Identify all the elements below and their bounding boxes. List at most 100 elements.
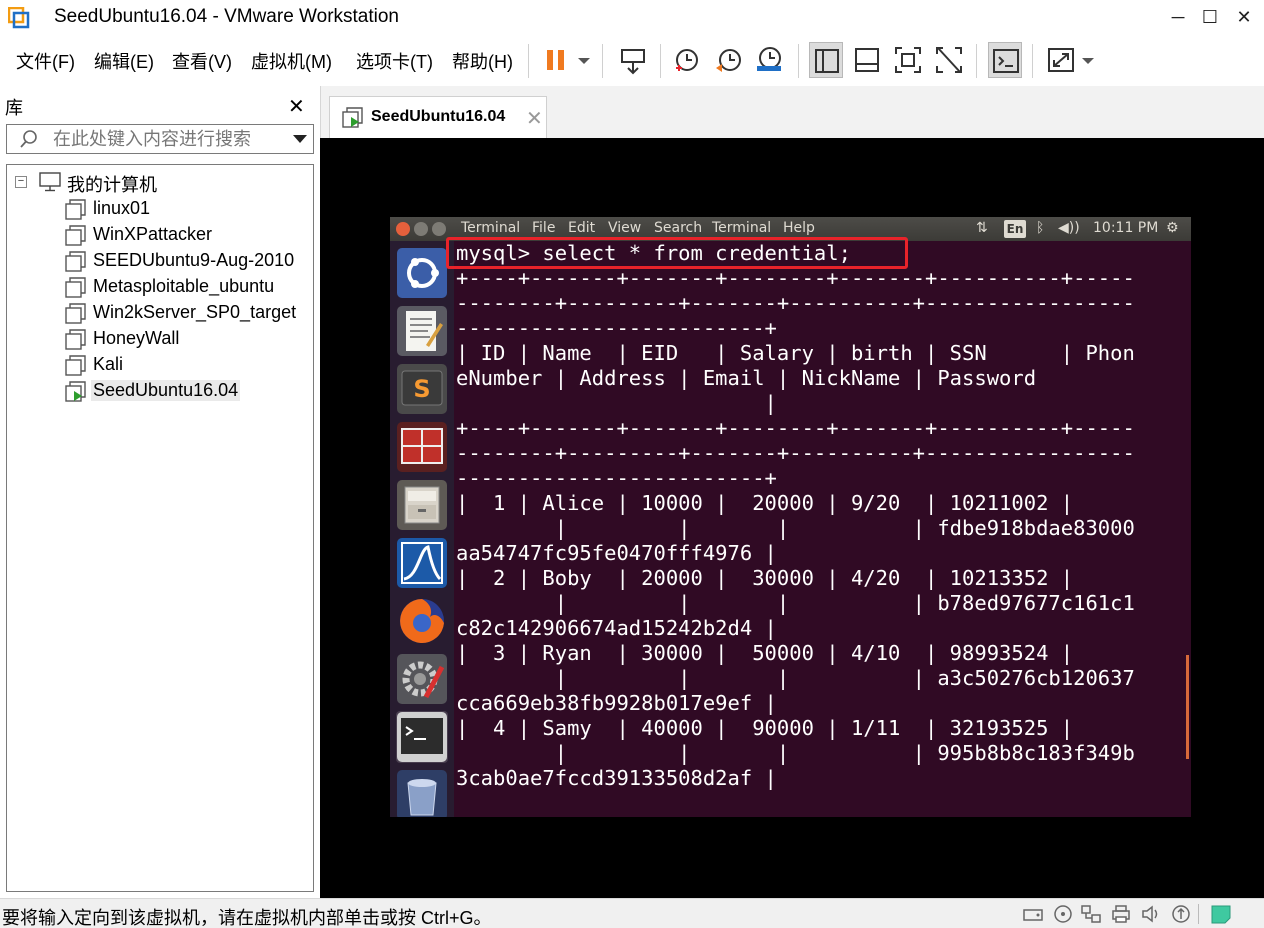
guest-menu-help[interactable]: Help xyxy=(783,220,815,236)
vm-item-seedubuntu16[interactable]: SeedUbuntu16.04 xyxy=(65,379,311,403)
take-snapshot-button[interactable] xyxy=(670,42,704,78)
guest-menu-edit[interactable]: Edit xyxy=(568,220,595,236)
thumbnail-bar-button[interactable] xyxy=(850,42,884,78)
launcher-trash[interactable] xyxy=(396,769,448,817)
tree-root-label: 我的计算机 xyxy=(67,175,157,195)
file-manager-icon xyxy=(397,480,447,530)
guest-menu-view[interactable]: View xyxy=(608,220,641,236)
menu-edit[interactable]: 编辑(E) xyxy=(94,48,154,74)
search-dropdown-arrow[interactable] xyxy=(293,135,307,143)
printer-icon[interactable] xyxy=(1110,904,1132,924)
vm-item-kali[interactable]: Kali xyxy=(65,353,311,377)
guest-clock[interactable]: 10:11 PM xyxy=(1093,220,1158,236)
terminal-output-line: 3cab0ae7fccd39133508d2af | xyxy=(456,766,777,790)
launcher-sublime[interactable]: S xyxy=(396,363,448,415)
full-screen-button[interactable] xyxy=(891,42,925,78)
cd-drive-icon[interactable] xyxy=(1052,904,1074,924)
vm-item-honeywall[interactable]: HoneyWall xyxy=(65,327,311,351)
library-search-input[interactable] xyxy=(53,127,283,151)
terminal-output-line: | 4 | Samy | 40000 | 90000 | 1/11 | 3219… xyxy=(456,716,1074,740)
pause-dropdown[interactable] xyxy=(578,58,590,64)
menu-file[interactable]: 文件(F) xyxy=(16,48,75,74)
bluetooth-icon[interactable]: ᛒ xyxy=(1036,220,1044,236)
vm-item-win2kserver[interactable]: Win2kServer_SP0_target xyxy=(65,301,311,325)
console-view-button[interactable] xyxy=(988,42,1022,78)
window-title: SeedUbuntu16.04 - VMware Workstation xyxy=(54,6,399,27)
vm-icon xyxy=(65,225,86,246)
terminal-output-line: -------------------------+ xyxy=(456,466,777,490)
system-settings-indicator-icon[interactable]: ⚙ xyxy=(1166,220,1179,236)
network-indicator-icon[interactable]: ⇅ xyxy=(976,220,988,236)
guest-desktop[interactable]: Terminal File Edit View Search Terminal … xyxy=(390,217,1191,817)
vm-label: HoneyWall xyxy=(93,328,180,348)
launcher-wireshark[interactable] xyxy=(396,537,448,589)
ubuntu-dash-icon xyxy=(397,248,447,298)
toolbar-separator xyxy=(1032,44,1033,78)
vm-item-seedubuntu9[interactable]: SEEDUbuntu9-Aug-2010 xyxy=(65,249,311,273)
launcher-files[interactable] xyxy=(396,479,448,531)
toolbar-separator xyxy=(602,44,603,78)
guest-menu-terminal-title: Terminal xyxy=(461,220,521,236)
usb-icon[interactable] xyxy=(1170,904,1192,924)
snapshot-manager-button[interactable] xyxy=(752,42,786,78)
launcher-terminal[interactable] xyxy=(396,711,448,763)
terminal-output-line: --------+---------+-------+----------+--… xyxy=(456,441,1135,465)
launcher-terminator[interactable] xyxy=(396,421,448,473)
send-keys-button[interactable] xyxy=(616,42,650,78)
minimize-button[interactable]: ─ xyxy=(1162,4,1194,30)
vm-console[interactable]: Terminal File Edit View Search Terminal … xyxy=(320,138,1264,898)
menu-vm[interactable]: 虚拟机(M) xyxy=(251,48,332,74)
pause-button[interactable] xyxy=(540,42,574,78)
tab-seedubuntu16[interactable]: SeedUbuntu16.04 ✕ xyxy=(329,96,547,138)
vm-item-metasploitable[interactable]: Metasploitable_ubuntu xyxy=(65,275,311,299)
hard-disk-icon[interactable] xyxy=(1022,904,1044,924)
stretch-button[interactable] xyxy=(1044,42,1078,78)
launcher-text-editor[interactable] xyxy=(396,305,448,357)
guest-menu-terminal[interactable]: Terminal xyxy=(712,220,771,236)
network-adapter-icon[interactable] xyxy=(1080,904,1102,924)
revert-snapshot-button[interactable] xyxy=(712,42,746,78)
terminal-scrollbar[interactable] xyxy=(1186,655,1189,759)
volume-icon[interactable]: ◀)) xyxy=(1058,220,1080,236)
terminal-minimize-button[interactable] xyxy=(414,222,428,236)
tab-close-button[interactable]: ✕ xyxy=(526,106,543,131)
terminal-output-line: cca669eb38fb9928b017e9ef | xyxy=(456,691,777,715)
sound-icon[interactable] xyxy=(1140,904,1162,924)
terminal-output-line: | | | | 995b8b8c183f349b xyxy=(456,741,1135,765)
message-icon[interactable] xyxy=(1210,904,1232,924)
computer-icon xyxy=(39,172,61,192)
collapse-toggle[interactable]: − xyxy=(15,176,27,188)
library-close-button[interactable]: ✕ xyxy=(288,94,305,119)
unity-button[interactable] xyxy=(932,42,966,78)
launcher-firefox[interactable] xyxy=(396,595,448,647)
show-library-button[interactable] xyxy=(809,42,843,78)
launcher-settings[interactable] xyxy=(396,653,448,705)
close-button[interactable]: ✕ xyxy=(1228,4,1260,30)
svg-text:S: S xyxy=(413,375,430,403)
menu-help[interactable]: 帮助(H) xyxy=(452,48,513,74)
vm-label: WinXPattacker xyxy=(93,224,213,244)
vm-item-winxpattacker[interactable]: WinXPattacker xyxy=(65,223,311,247)
terminal-close-button[interactable] xyxy=(396,222,410,236)
system-settings-icon xyxy=(397,654,447,704)
vm-label: Metasploitable_ubuntu xyxy=(93,276,275,296)
terminal-red-icon xyxy=(397,422,447,472)
thumbnail-bar-icon xyxy=(855,48,879,72)
terminal-output-line: | | | | a3c50276cb120637 xyxy=(456,666,1135,690)
toolbar-separator xyxy=(976,44,977,78)
revert-snapshot-icon xyxy=(716,49,741,72)
terminal-output[interactable]: mysql> select * from credential; +----+--… xyxy=(456,241,1176,817)
menu-tabs[interactable]: 选项卡(T) xyxy=(356,48,433,74)
vm-item-linux01[interactable]: linux01 xyxy=(65,197,311,221)
maximize-button[interactable]: ☐ xyxy=(1194,4,1226,30)
keyboard-layout-indicator[interactable]: En xyxy=(1004,220,1026,238)
tab-strip: SeedUbuntu16.04 ✕ xyxy=(320,86,1264,138)
launcher-dash[interactable] xyxy=(396,247,448,299)
send-keys-icon xyxy=(621,49,645,75)
toolbar-separator xyxy=(798,44,799,78)
terminal-maximize-button[interactable] xyxy=(432,222,446,236)
menu-view[interactable]: 查看(V) xyxy=(172,48,232,74)
guest-menu-file[interactable]: File xyxy=(532,220,555,236)
guest-menu-search[interactable]: Search xyxy=(654,220,702,236)
stretch-dropdown[interactable] xyxy=(1082,58,1094,64)
